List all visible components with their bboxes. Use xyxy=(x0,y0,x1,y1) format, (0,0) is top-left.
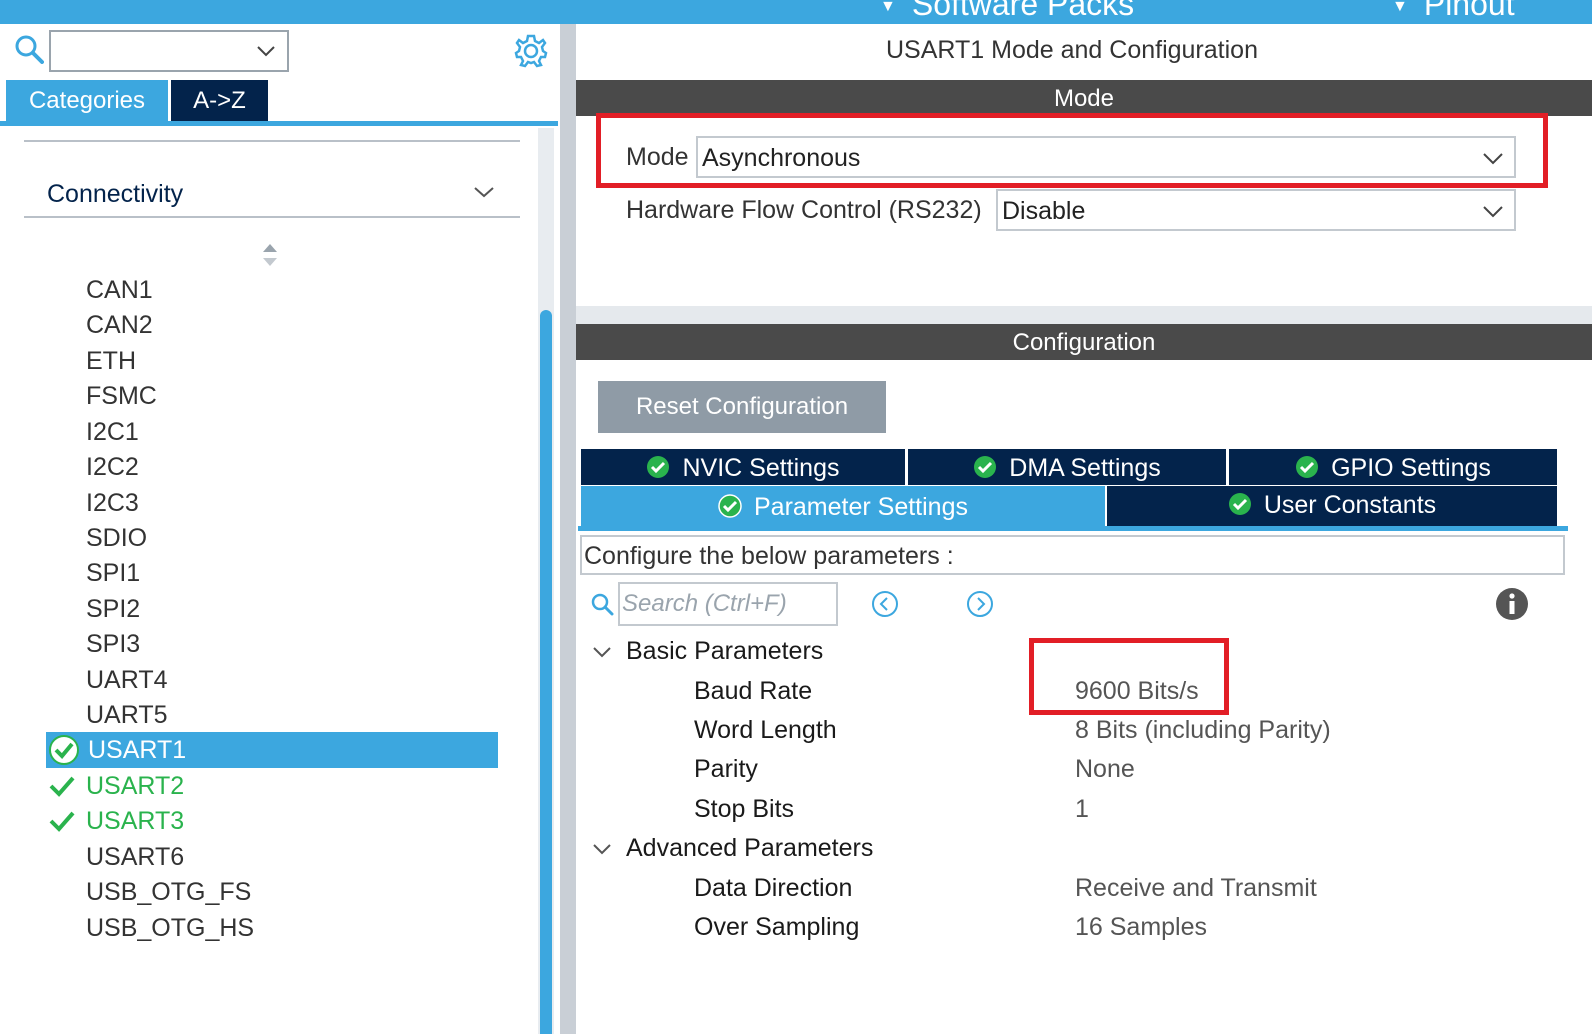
list-item[interactable]: FSMC xyxy=(86,378,157,414)
check-circle-icon xyxy=(49,735,79,765)
configure-description: Configure the below parameters : xyxy=(580,535,1565,575)
list-item[interactable]: I2C1 xyxy=(86,414,139,450)
next-arrow-icon[interactable] xyxy=(966,590,994,618)
chevron-down-icon[interactable] xyxy=(1482,203,1504,221)
search-combo-input[interactable] xyxy=(49,30,289,72)
parameter-name[interactable]: Over Sampling xyxy=(694,913,859,942)
list-item[interactable]: UART5 xyxy=(86,697,168,733)
list-item[interactable]: USB_OTG_HS xyxy=(86,910,254,946)
list-item[interactable]: UART4 xyxy=(86,662,168,698)
list-item[interactable]: USB_OTG_FS xyxy=(86,874,251,910)
tab-underline xyxy=(0,121,558,126)
highlight-box xyxy=(1029,638,1229,715)
search-icon[interactable] xyxy=(590,592,614,616)
list-item[interactable]: SDIO xyxy=(86,520,147,556)
check-circle-icon xyxy=(1296,456,1319,479)
gear-icon[interactable] xyxy=(513,33,549,69)
parameter-name[interactable]: Stop Bits xyxy=(694,795,794,824)
tab-user-constants[interactable]: User Constants xyxy=(1107,486,1557,526)
list-item[interactable]: ETH xyxy=(86,343,136,379)
list-item[interactable]: SPI3 xyxy=(86,626,140,662)
scrollbar-thumb[interactable] xyxy=(540,310,552,1034)
reset-configuration-button[interactable]: Reset Configuration xyxy=(598,381,886,433)
search-icon[interactable] xyxy=(14,34,44,64)
check-circle-icon xyxy=(974,456,997,479)
parameter-search-box[interactable] xyxy=(618,582,838,626)
configuration-section-header: Configuration xyxy=(576,324,1592,360)
tab-underline xyxy=(578,526,1568,531)
chevron-down-icon[interactable] xyxy=(255,40,277,62)
check-circle-icon xyxy=(647,456,670,479)
sort-icon[interactable] xyxy=(260,242,280,268)
list-item[interactable]: USART6 xyxy=(86,839,184,875)
parameter-search-input[interactable] xyxy=(622,588,832,620)
panel-splitter[interactable] xyxy=(560,24,576,1034)
caret-down-icon: ▼ xyxy=(1392,0,1408,15)
parameter-name[interactable]: Word Length xyxy=(694,716,837,745)
parameter-name[interactable]: Baud Rate xyxy=(694,677,812,706)
tab-parameter-settings[interactable]: Parameter Settings xyxy=(581,486,1105,528)
chevron-down-icon[interactable] xyxy=(592,839,612,859)
chevron-down-icon[interactable] xyxy=(472,180,496,204)
parameter-value[interactable]: 1 xyxy=(1075,795,1089,824)
parameter-value[interactable]: Receive and Transmit xyxy=(1075,874,1317,903)
list-item-selected[interactable]: USART1 xyxy=(46,732,498,768)
parameter-group-basic[interactable]: Basic Parameters xyxy=(626,637,823,666)
highlight-box xyxy=(596,113,1548,188)
pinout-menu[interactable]: ▼ Pinout xyxy=(1392,0,1515,23)
parameter-group-advanced[interactable]: Advanced Parameters xyxy=(626,834,873,863)
flow-control-label: Hardware Flow Control (RS232) xyxy=(626,196,982,224)
list-item-label: USART1 xyxy=(88,736,187,764)
parameter-name[interactable]: Data Direction xyxy=(694,874,852,903)
list-item[interactable]: CAN2 xyxy=(86,307,153,343)
tab-a-to-z[interactable]: A->Z xyxy=(171,80,268,122)
tab-dma-settings[interactable]: DMA Settings xyxy=(908,449,1226,485)
section-separator xyxy=(576,306,1592,324)
checkmark-icon xyxy=(49,811,75,832)
top-toolbar: ▼ Software Packs ▼ Pinout xyxy=(0,0,1592,24)
list-item[interactable]: CAN1 xyxy=(86,272,153,308)
list-item[interactable]: USART2 xyxy=(86,768,184,804)
caret-down-icon: ▼ xyxy=(880,0,896,15)
page-title: USART1 Mode and Configuration xyxy=(886,36,1258,64)
flow-control-select[interactable]: Disable xyxy=(996,189,1516,231)
software-packs-menu[interactable]: ▼ Software Packs xyxy=(880,0,1134,23)
parameter-value[interactable]: 8 Bits (including Parity) xyxy=(1075,716,1331,745)
list-item[interactable]: SPI2 xyxy=(86,591,140,627)
chevron-down-icon[interactable] xyxy=(592,642,612,662)
check-circle-icon xyxy=(1228,493,1251,516)
list-item[interactable]: I2C2 xyxy=(86,449,139,485)
category-header-connectivity[interactable]: Connectivity xyxy=(24,170,520,218)
checkmark-icon xyxy=(49,776,75,797)
previous-arrow-icon[interactable] xyxy=(871,590,899,618)
list-item[interactable]: SPI1 xyxy=(86,555,140,591)
list-item[interactable]: USART3 xyxy=(86,803,184,839)
parameter-value[interactable]: 16 Samples xyxy=(1075,913,1207,942)
tab-categories[interactable]: Categories xyxy=(6,80,168,122)
parameter-name[interactable]: Parity xyxy=(694,755,758,784)
list-item[interactable]: I2C3 xyxy=(86,485,139,521)
check-circle-icon xyxy=(718,494,742,519)
category-label: Connectivity xyxy=(47,180,184,208)
parameter-value[interactable]: None xyxy=(1075,755,1135,784)
tab-nvic-settings[interactable]: NVIC Settings xyxy=(581,449,905,485)
mode-section-header: Mode xyxy=(576,80,1592,116)
divider xyxy=(24,140,520,142)
info-icon[interactable] xyxy=(1495,587,1529,621)
tab-gpio-settings[interactable]: GPIO Settings xyxy=(1229,449,1557,485)
